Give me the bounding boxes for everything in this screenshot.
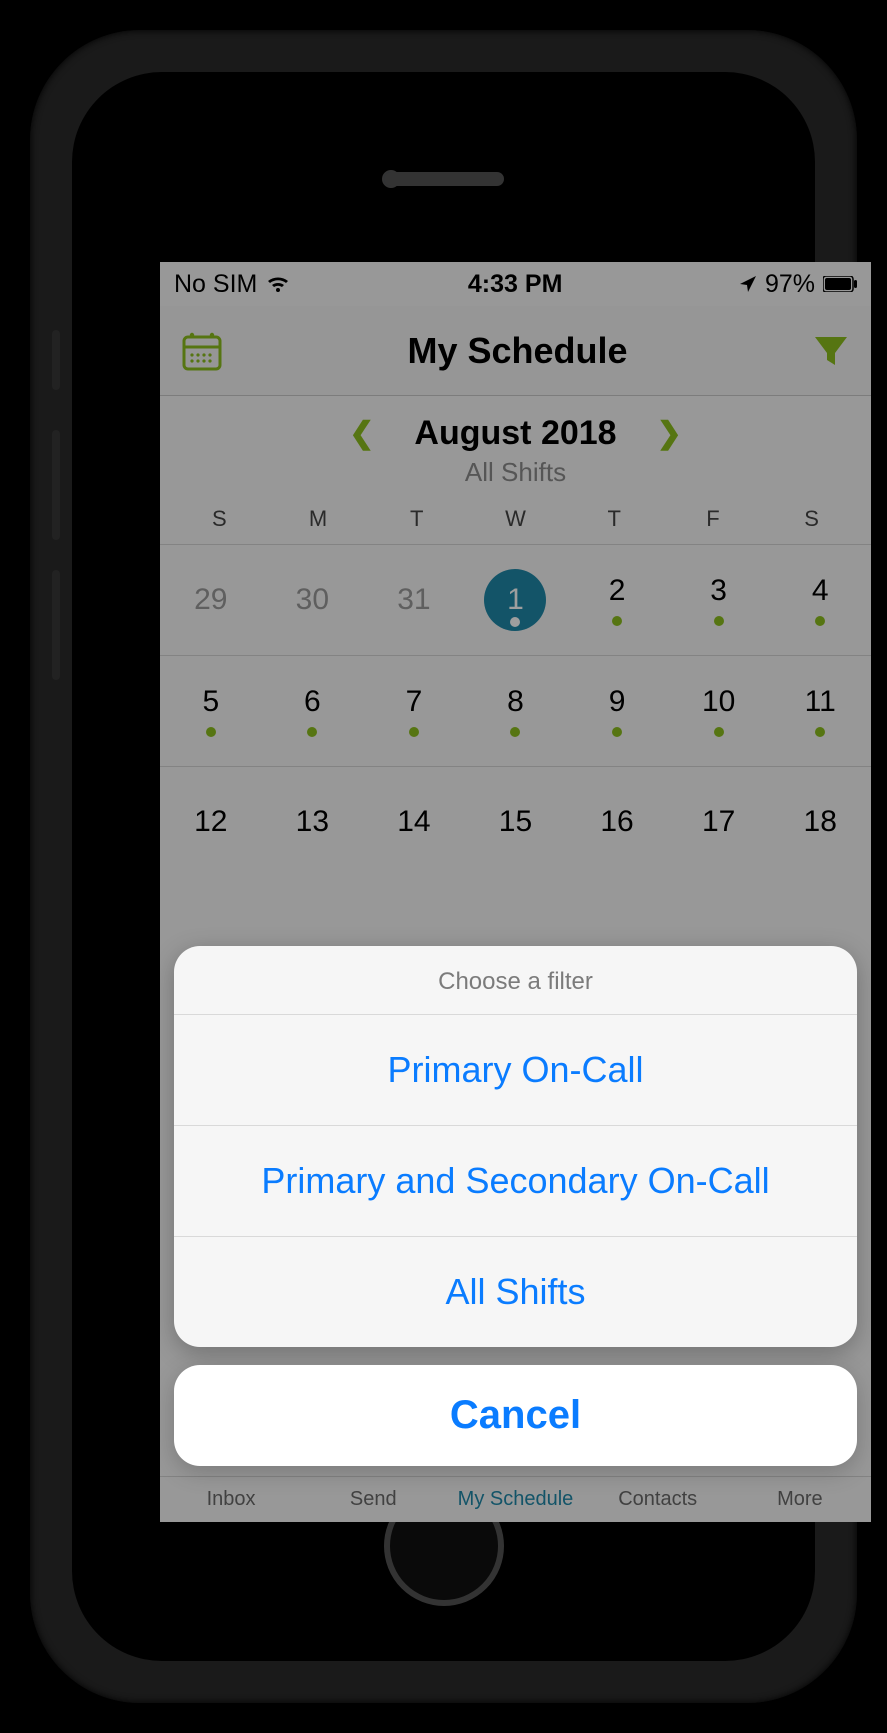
earpiece-speaker (384, 172, 504, 186)
action-sheet-title: Choose a filter (174, 946, 857, 1015)
cancel-button[interactable]: Cancel (174, 1365, 857, 1466)
phone-frame: No SIM 4:33 PM 97% (30, 30, 857, 1703)
action-sheet: Choose a filter Primary On-Call Primary … (174, 946, 857, 1466)
phone-bezel: No SIM 4:33 PM 97% (72, 72, 815, 1661)
filter-option-primary-secondary[interactable]: Primary and Secondary On-Call (174, 1126, 857, 1237)
filter-option-all-shifts[interactable]: All Shifts (174, 1237, 857, 1347)
mute-switch (52, 330, 60, 390)
volume-up-button (52, 430, 60, 540)
filter-option-primary[interactable]: Primary On-Call (174, 1015, 857, 1126)
volume-down-button (52, 570, 60, 680)
screen: No SIM 4:33 PM 97% (160, 262, 871, 1522)
